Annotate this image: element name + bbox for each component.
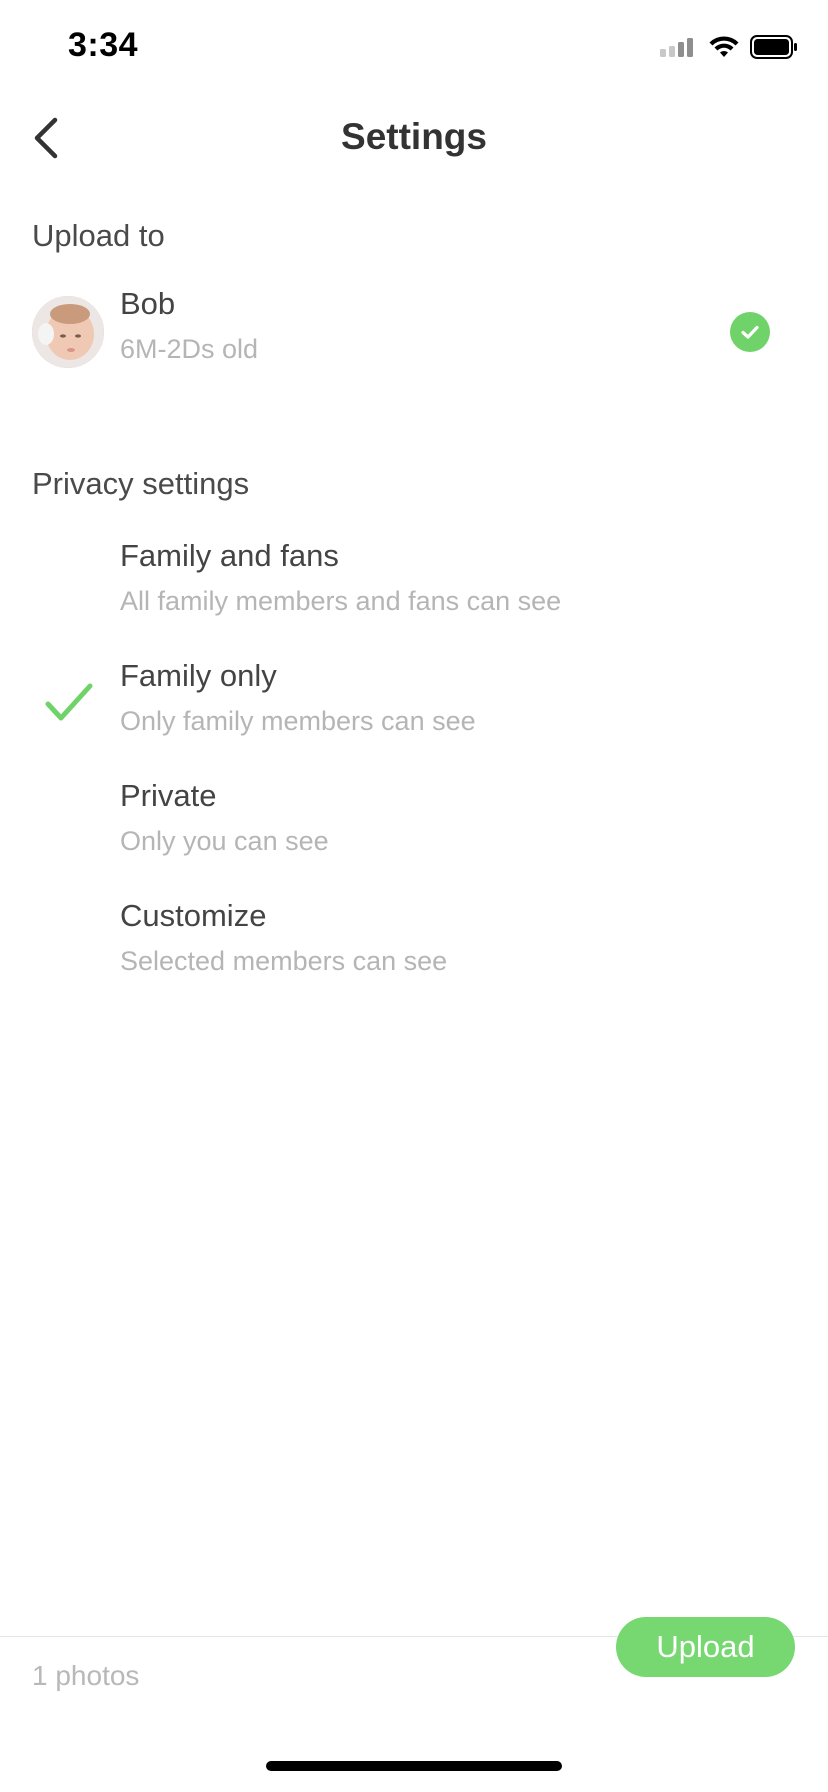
privacy-option-customize[interactable]: Customize Selected members can see (0, 894, 828, 994)
avatar (32, 296, 104, 368)
child-row-bob[interactable]: Bob 6M-2Ds old (0, 286, 828, 374)
status-time: 3:34 (68, 26, 139, 64)
child-name: Bob (120, 286, 176, 321)
battery-icon (750, 34, 798, 64)
option-title: Private (120, 778, 217, 813)
privacy-option-private[interactable]: Private Only you can see (0, 774, 828, 874)
privacy-option-family-only[interactable]: Family only Only family members can see (0, 654, 828, 754)
option-subtitle: Only family members can see (120, 706, 476, 736)
option-title: Customize (120, 898, 267, 933)
option-subtitle: Selected members can see (120, 946, 448, 976)
wifi-icon (708, 35, 740, 64)
selected-check-icon (730, 312, 770, 352)
option-subtitle: All family members and fans can see (120, 586, 562, 616)
home-indicator (266, 1761, 562, 1771)
upload-button[interactable]: Upload (616, 1617, 795, 1677)
option-title: Family only (120, 658, 277, 693)
privacy-option-family-and-fans[interactable]: Family and fans All family members and f… (0, 534, 828, 634)
signal-icon (660, 37, 698, 62)
option-title: Family and fans (120, 538, 339, 573)
page-title: Settings (341, 116, 487, 157)
child-age: 6M-2Ds old (120, 334, 259, 364)
checkmark-icon (44, 678, 94, 728)
privacy-settings-label: Privacy settings (32, 466, 250, 501)
option-subtitle: Only you can see (120, 826, 329, 856)
status-icons (660, 34, 798, 64)
photo-count: 1 photos (32, 1660, 140, 1691)
upload-to-label: Upload to (32, 218, 165, 253)
